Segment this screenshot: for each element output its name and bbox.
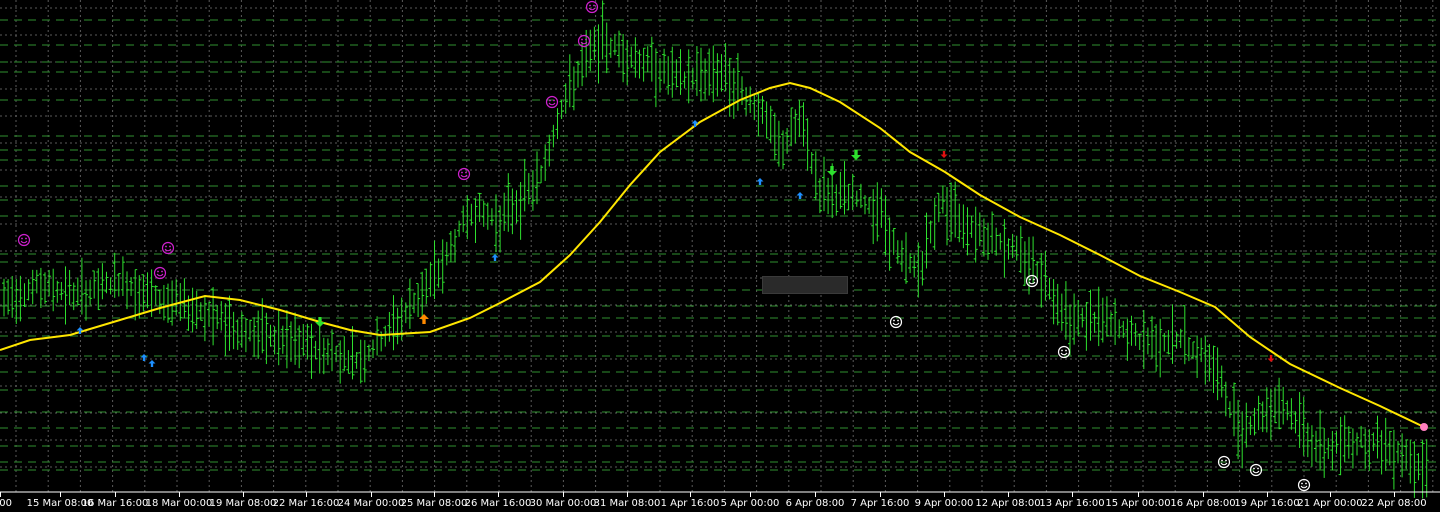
buy-arrow-icon [796, 192, 804, 199]
time-axis-label: 18 Mar 00:00 [146, 498, 213, 509]
buy-arrow-icon [148, 360, 156, 367]
signal-down-arrow-icon [851, 150, 861, 160]
buy-arrow-icon [140, 354, 148, 361]
price-chart-window[interactable]: 00:0015 Mar 08:0016 Mar 16:0018 Mar 00:0… [0, 0, 1440, 512]
time-axis-label: 7 Apr 16:00 [851, 498, 910, 509]
smiley-white-icon [1025, 274, 1039, 288]
buy-arrow-icon [756, 178, 764, 185]
time-axis-label: 25 Mar 08:00 [401, 498, 468, 509]
signal-down-arrow-icon [827, 166, 837, 176]
time-axis-label: 16 Apr 08:00 [1170, 498, 1235, 509]
smiley-magenta-icon [577, 34, 591, 48]
time-axis-label: 21 Apr 00:00 [1297, 498, 1362, 509]
time-axis-label: 16 Mar 16:00 [82, 498, 149, 509]
time-axis-label: 22 Apr 08:00 [1361, 498, 1426, 509]
price-chart[interactable]: 00:0015 Mar 08:0016 Mar 16:0018 Mar 00:0… [0, 0, 1440, 512]
time-axis-label: 19 Apr 16:00 [1234, 498, 1299, 509]
time-axis-label: 13 Apr 16:00 [1039, 498, 1104, 509]
time-axis-label: 1 Apr 16:00 [661, 498, 720, 509]
time-axis-label: 24 Mar 00:00 [338, 498, 405, 509]
chart-watermark [762, 276, 848, 294]
smiley-magenta-icon [457, 167, 471, 181]
time-axis-label: 26 Mar 16:00 [465, 498, 532, 509]
time-axis-label: 15 Apr 00:00 [1105, 498, 1170, 509]
time-axis: 00:0015 Mar 08:0016 Mar 16:0018 Mar 00:0… [0, 491, 1440, 509]
last-price-dot [1420, 423, 1428, 431]
smiley-magenta-icon [17, 233, 31, 247]
smiley-magenta-icon [585, 0, 599, 14]
chart-grid [0, 0, 1440, 492]
time-axis-label: 6 Apr 08:00 [786, 498, 845, 509]
sell-arrow-icon [1267, 355, 1275, 362]
buy-arrow-icon [491, 254, 499, 261]
price-bars [2, 0, 1429, 499]
time-axis-label: 22 Mar 16:00 [273, 498, 340, 509]
time-axis-label: 31 Mar 08:00 [594, 498, 661, 509]
smiley-magenta-icon [545, 95, 559, 109]
smiley-magenta-icon [161, 241, 175, 255]
time-axis-label: 00:00 [0, 498, 12, 509]
signal-up-arrow-icon [419, 314, 429, 324]
time-axis-label: 9 Apr 00:00 [915, 498, 974, 509]
time-axis-label: 5 Apr 00:00 [721, 498, 780, 509]
moving-average-path [0, 81, 1425, 428]
time-axis-label: 19 Mar 08:00 [210, 498, 277, 509]
sell-arrow-icon [940, 151, 948, 158]
smiley-magenta-icon [153, 266, 167, 280]
time-axis-label: 30 Mar 00:00 [530, 498, 597, 509]
time-axis-label: 12 Apr 08:00 [975, 498, 1040, 509]
